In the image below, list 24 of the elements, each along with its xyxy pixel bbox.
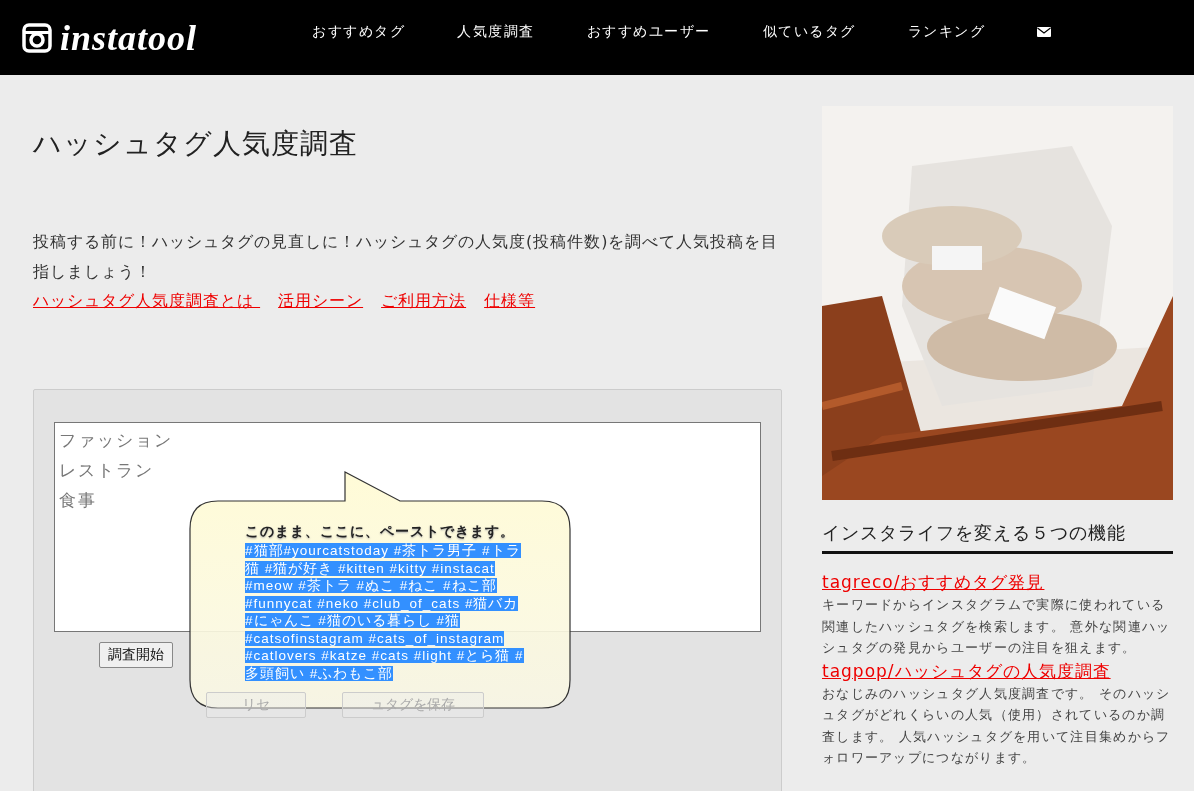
- nav-link[interactable]: おすすめユーザー: [586, 22, 711, 41]
- bubble-title: このまま、ここに、ペーストできます。: [244, 522, 516, 541]
- section-link[interactable]: ハッシュタグ人気度調査とは: [33, 287, 261, 315]
- feature-description: キーワードからインスタグラムで実際に使われている関連したハッシュタグを検索します。 意外な関連ハッシュタグの発見からユーザーの注目を狙えます。: [822, 596, 1172, 657]
- section-link[interactable]: 仕様等: [484, 287, 536, 315]
- page-title: ハッシュタグ人気度調査: [33, 126, 359, 162]
- section-heading: インスタライフを変える５つの機能: [822, 520, 1173, 554]
- nav-link[interactable]: 似ているタグ: [762, 22, 856, 41]
- placeholder-text: レストラン: [59, 459, 154, 482]
- start-button[interactable]: 調査開始: [99, 642, 173, 668]
- feature-link[interactable]: tagreco/おすすめタグ発見: [822, 570, 1045, 594]
- logo-text[interactable]: instatool: [60, 16, 198, 59]
- mail-icon[interactable]: [1037, 26, 1051, 37]
- section-link[interactable]: 活用シーン: [278, 287, 364, 315]
- nav-link[interactable]: 人気度調査: [457, 22, 535, 41]
- placeholder-text: 食事: [59, 489, 97, 512]
- intro-text: 投稿する前に！ハッシュタグの見直しに！ハッシュタグの人気度(投稿件数)を調べて人気投稿を目指しましょう！: [33, 231, 780, 283]
- nav-link[interactable]: ランキング: [907, 22, 985, 41]
- feature-link[interactable]: tagpop/ハッシュタグの人気度調査: [822, 658, 1111, 683]
- feature-description: おなじみのハッシュタグ人気度調査です。 そのハッシュタグがどれくらいの人気（使用）されているのか調査します。 人気ハッシュタグを用いて注目集めからフォロワーアップにつながります。: [822, 684, 1172, 767]
- placeholder-text: ファッション: [59, 429, 173, 452]
- nav-link[interactable]: おすすめタグ: [312, 22, 405, 41]
- section-link[interactable]: ご利用方法: [381, 287, 467, 315]
- camera-icon: [22, 22, 52, 53]
